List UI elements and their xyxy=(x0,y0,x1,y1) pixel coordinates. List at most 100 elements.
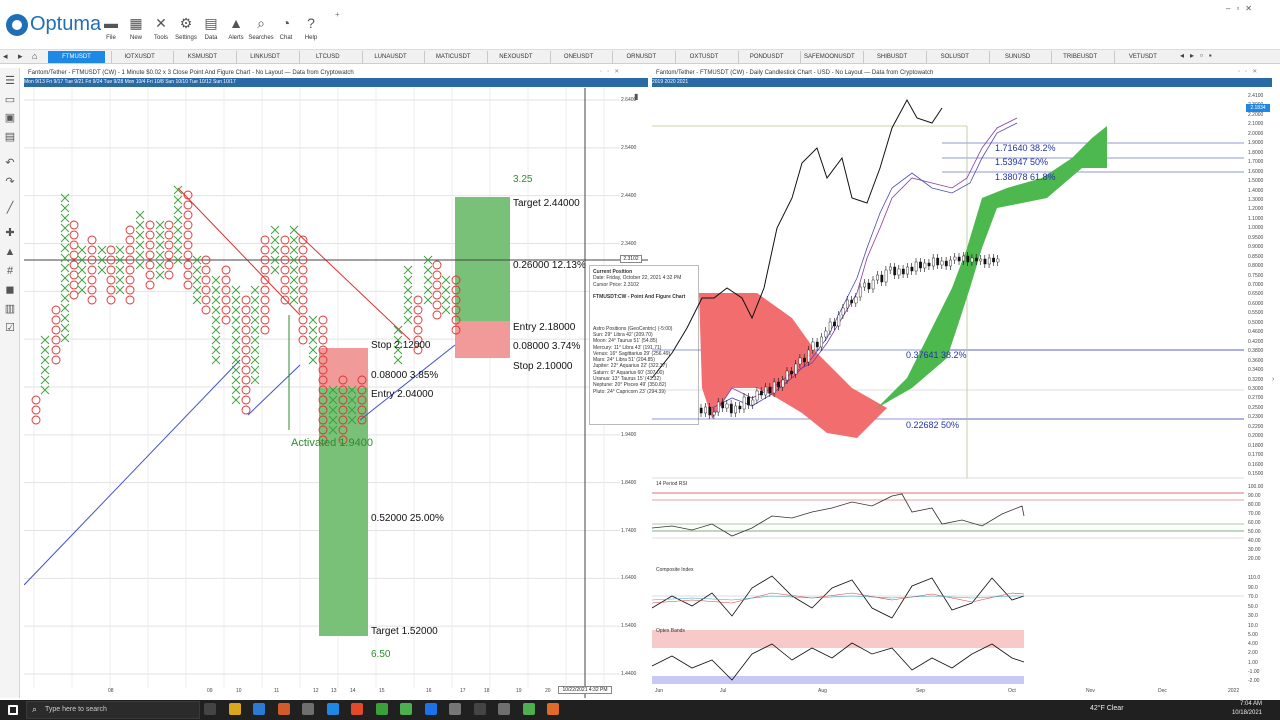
candlestick-chart[interactable] xyxy=(652,88,1244,688)
windows-taskbar: ⌕ Type here to search 42°F Clear 7:04 AM… xyxy=(0,700,1280,720)
home-icon[interactable]: ⌂ xyxy=(32,51,37,61)
app-icon[interactable] xyxy=(375,703,388,715)
right-x-label: Oct xyxy=(1008,688,1016,694)
ribbon-button-searches[interactable]: ⌕ Searches xyxy=(247,14,275,48)
candle-body xyxy=(764,386,768,396)
camtasia-icon[interactable] xyxy=(522,703,535,715)
pnf-x-mark xyxy=(250,325,260,335)
brave-browser-icon[interactable] xyxy=(277,703,290,715)
candle-body xyxy=(815,341,819,348)
symbol-tab-iotxusdt[interactable]: IOTXUSDT xyxy=(110,51,168,63)
ribbon-button-settings[interactable]: ⚙ Settings xyxy=(172,14,200,48)
symbol-tab-oneusdt[interactable]: ONEUSDT xyxy=(549,51,607,63)
optuma-taskbar-icon[interactable] xyxy=(498,703,510,715)
list-icon[interactable]: ☰ xyxy=(3,74,17,88)
line-tool-icon[interactable]: ╱ xyxy=(3,201,17,215)
optuma-logo: Optuma xyxy=(6,12,101,38)
symbol-tab-sunusd[interactable]: SUNUSD xyxy=(988,51,1046,63)
symbol-scroll-controls[interactable]: ◂▸▫▪ xyxy=(1180,51,1218,60)
symbol-tab-oxtusdt[interactable]: OXTUSDT xyxy=(675,51,732,63)
pnf-o-mark xyxy=(164,220,174,230)
ribbon-button-alerts[interactable]: ▲ Alerts xyxy=(222,14,250,48)
new-chart-icon: ▦ xyxy=(129,15,143,31)
ribbon-button-chat[interactable]: ◔ Chat xyxy=(272,14,300,48)
right-scroll-icon[interactable]: › xyxy=(1272,376,1274,383)
taskbar-search-box[interactable]: ⌕ Type here to search xyxy=(26,701,200,719)
candle-body xyxy=(738,405,742,410)
word-icon[interactable] xyxy=(424,703,437,715)
pnf-o-mark xyxy=(241,395,251,405)
pnf-chart[interactable] xyxy=(24,88,648,698)
pnf-o-mark xyxy=(31,415,41,425)
symbol-tab-linkusdt[interactable]: LINKUSDT xyxy=(236,51,293,63)
symbol-tab-shibusdt[interactable]: SHIBUSDT xyxy=(863,51,920,63)
pnf-o-mark xyxy=(125,295,135,305)
ribbon-button-tools[interactable]: ✕ Tools xyxy=(147,14,175,48)
file-explorer-icon[interactable] xyxy=(228,703,241,715)
stamp-icon[interactable]: ◼ xyxy=(3,283,17,297)
symbol-tab-nexousdt[interactable]: NEXOUSDT xyxy=(486,51,544,63)
symbol-tab-vetusdt[interactable]: VETUSDT xyxy=(1113,51,1171,63)
ribbon-button-file[interactable]: ▬ File xyxy=(97,14,125,48)
candle-body xyxy=(893,266,897,276)
tools-icon: ✕ xyxy=(155,15,167,31)
terminal-icon[interactable] xyxy=(473,703,486,715)
symbol-tab-safemoonusdt[interactable]: SAFEMOONUSDT xyxy=(800,51,857,63)
settings-icon[interactable] xyxy=(449,703,461,715)
task-view-icon[interactable] xyxy=(204,703,216,715)
symbol-tab-tribeusdt[interactable]: TRIBEUSDT xyxy=(1051,51,1108,63)
symbol-tab-ksmusdt[interactable]: KSMUSDT xyxy=(173,51,230,63)
save-icon[interactable]: ▣ xyxy=(3,111,17,125)
chrome-browser-icon[interactable] xyxy=(351,703,363,715)
candle-body xyxy=(768,386,772,394)
pnf-x-mark xyxy=(250,375,260,385)
recorder-icon[interactable] xyxy=(547,703,559,715)
left-y-label: 1.6400 xyxy=(621,575,637,582)
symbol-tab-ftmusdt[interactable]: FTMUSDT xyxy=(48,51,105,63)
open-icon[interactable]: ▭ xyxy=(3,93,17,107)
checklist-icon[interactable]: ☑ xyxy=(3,321,17,335)
symbol-tab-solusdt[interactable]: SOLUSDT xyxy=(925,51,983,63)
ribbon-button-new[interactable]: ▦ New xyxy=(122,14,150,48)
ribbon-button-help[interactable]: ? Help xyxy=(297,14,325,48)
edge-browser-icon[interactable] xyxy=(326,703,339,715)
layers-icon[interactable]: ▥ xyxy=(3,302,17,316)
taskbar-search-placeholder: Type here to search xyxy=(45,706,107,713)
right-y-label: 1.2000 xyxy=(1248,206,1264,213)
pnf-o-mark xyxy=(201,275,211,285)
pnf-x-mark xyxy=(155,220,165,230)
chart-lock-icon[interactable]: ▮ xyxy=(634,92,638,101)
crosshair-icon[interactable]: ✚ xyxy=(3,226,17,240)
windows-start-icon[interactable] xyxy=(8,705,18,715)
greenshot-icon[interactable] xyxy=(400,703,412,715)
pnf-x-mark xyxy=(211,315,221,325)
pnf-x-mark xyxy=(173,185,183,195)
right-y-label: 0.3800 xyxy=(1248,348,1264,355)
nav-forward-icon[interactable]: ▸ xyxy=(18,51,23,62)
grid-icon[interactable]: # xyxy=(3,264,17,278)
pnf-o-mark xyxy=(413,325,423,335)
symbol-tab-maticusdt[interactable]: MATICUSDT xyxy=(424,51,481,63)
ribbon-button-data[interactable]: ▤ Data xyxy=(197,14,225,48)
candle-body xyxy=(932,257,935,267)
symbol-tab-lunausdt[interactable]: LUNAUSDT xyxy=(361,51,419,63)
right-x-label: 2022 xyxy=(1228,688,1240,694)
mail-icon[interactable] xyxy=(253,703,265,715)
window-controls[interactable]: –▫✕ xyxy=(1226,4,1276,14)
pnf-x-mark xyxy=(192,265,202,275)
left-x-label: 10 xyxy=(236,688,242,694)
lock-icon[interactable]: ▲ xyxy=(3,245,17,259)
symbol-tab-ornusdt[interactable]: ORNUSDT xyxy=(612,51,669,63)
print-icon[interactable]: ▤ xyxy=(3,130,17,144)
left-window-controls[interactable]: ◦◦✕ xyxy=(600,68,624,75)
candle-body xyxy=(992,257,995,263)
symbol-tab-ltcusd[interactable]: LTCUSD xyxy=(298,51,356,63)
undo-icon[interactable]: ↶ xyxy=(3,156,17,170)
fib-level-3: 1.38078 61.8% xyxy=(995,172,1056,182)
calculator-icon[interactable] xyxy=(302,703,314,715)
symbol-tab-pondusdt[interactable]: PONDUSDT xyxy=(737,51,795,63)
nav-back-icon[interactable]: ◂ xyxy=(3,51,8,62)
ribbon-more-icon[interactable]: + xyxy=(335,10,340,19)
redo-icon[interactable]: ↷ xyxy=(3,175,17,189)
right-window-controls[interactable]: ◦◦✕ xyxy=(1238,68,1262,75)
